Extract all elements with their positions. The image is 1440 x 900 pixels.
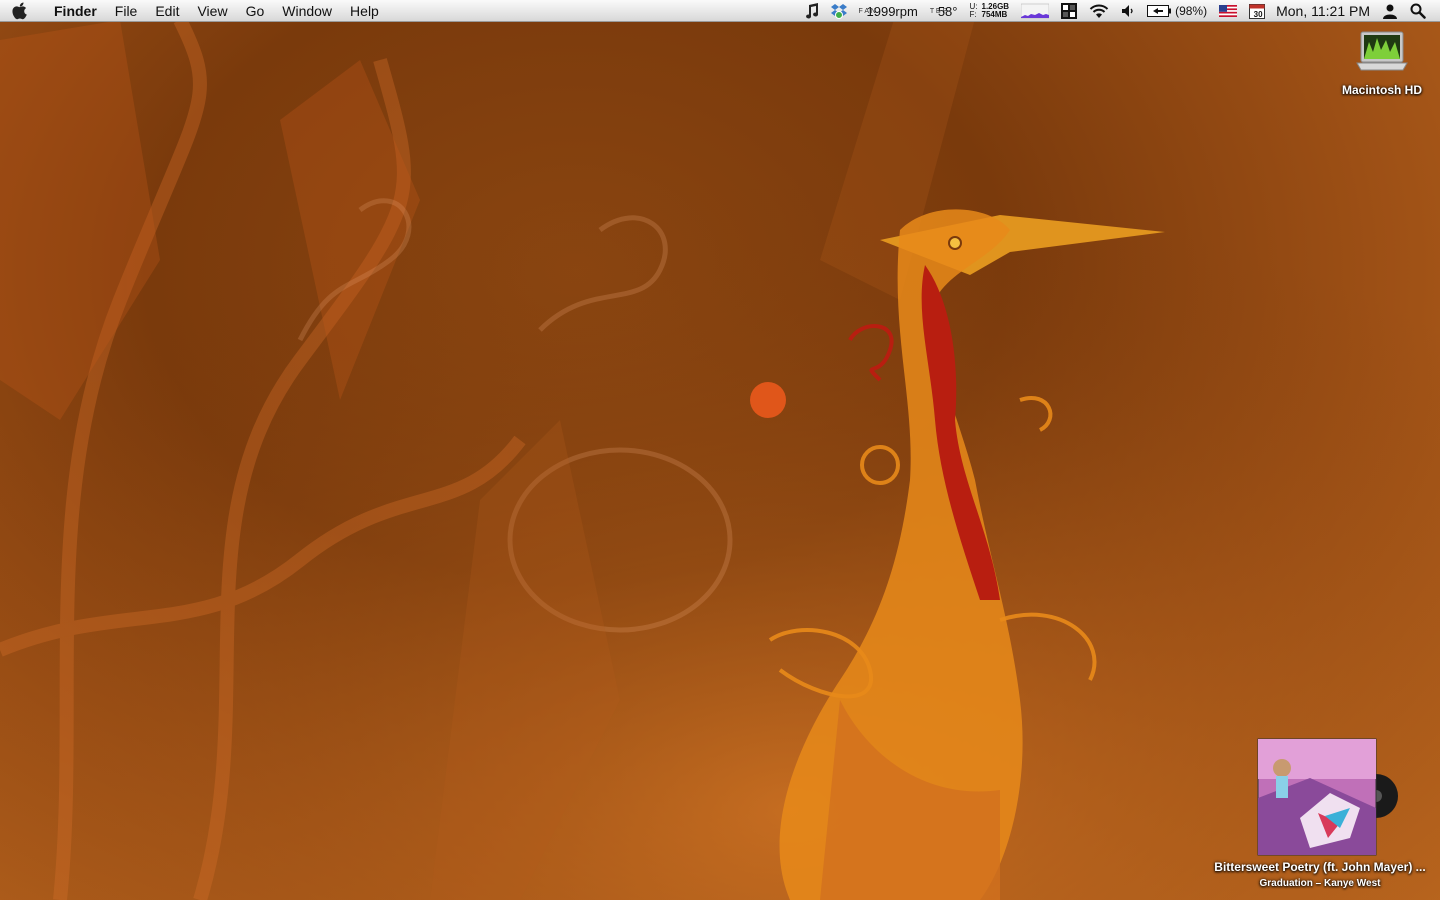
dropbox-menu-extra[interactable] [830,0,847,22]
desktop-drive-macintosh-hd[interactable]: Macintosh HD [1332,30,1432,97]
temperature-readout[interactable]: T E P 58° [930,0,958,22]
drive-label: Macintosh HD [1341,83,1422,97]
temp-label: T E P [929,7,948,15]
disk-free-value: 754MB [981,10,1008,19]
flag-icon [1219,5,1238,17]
menu-edit[interactable]: Edit [146,0,188,22]
fan-speed-value: 1999rpm [866,3,918,19]
menu-help[interactable]: Help [341,0,388,22]
volume-menu-extra[interactable] [1121,0,1135,22]
spotlight-menu[interactable] [1410,0,1426,22]
menu-go[interactable]: Go [237,0,274,22]
menu-app-finder[interactable]: Finder [40,0,106,22]
now-playing-widget[interactable]: Bittersweet Poetry (ft. John Mayer) ... … [1200,738,1440,898]
disk-free-label: F: [969,10,977,19]
activity-graph[interactable] [1021,0,1050,22]
input-source-menu[interactable] [1219,0,1238,22]
spotlight-icon [1410,3,1426,19]
fast-user-switch-menu[interactable] [1382,0,1398,22]
spaces-menu-extra[interactable] [1061,0,1078,22]
spaces-icon [1061,3,1078,19]
temperature-value: 58° [937,3,958,19]
itunes-note-icon [805,3,818,19]
wifi-menu-extra[interactable] [1089,0,1109,22]
menu-bar: Finder File Edit View Go Window Help F A… [0,0,1440,22]
fan-speed-readout[interactable]: F A N 1999rpm [859,0,918,22]
menu-file[interactable]: File [106,0,147,22]
wifi-icon [1089,4,1109,18]
dropbox-icon [830,4,847,19]
battery-percent: (98%) [1175,4,1208,18]
apple-icon [12,2,27,20]
apple-menu[interactable] [0,0,40,22]
menu-view[interactable]: View [188,0,236,22]
disk-labels: U: F: [970,3,978,19]
volume-icon [1122,5,1133,17]
calendar-menu-extra[interactable]: 30 [1249,0,1266,22]
disk-values: 1.26GB 754MB [982,3,1010,19]
disk-usage-readout[interactable]: U: F: 1.26GB 754MB [970,0,1010,22]
menu-extras: F A N 1999rpm T E P 58° U: F: 1.26GB 754… [799,0,1440,22]
activity-graph-icon [1021,3,1050,19]
user-icon [1383,4,1397,19]
now-playing-track-title: Bittersweet Poetry (ft. John Mayer) ... [1214,860,1426,874]
now-playing-album-artist: Graduation – Kanye West [1259,878,1381,889]
fan-label: F A N [858,7,876,15]
menu-window[interactable]: Window [273,0,341,22]
calendar-day: 30 [1253,9,1263,19]
battery-menu-extra[interactable]: (98%) [1147,0,1207,22]
laptop-drive-icon [1356,31,1408,71]
battery-icon [1147,5,1172,17]
album-artwork [1257,738,1398,856]
itunes-menu-extra[interactable] [805,0,819,22]
clock-menu-extra[interactable]: Mon, 11:21 PM [1276,0,1370,22]
menu-bar-left: Finder File Edit View Go Window Help [0,0,388,22]
